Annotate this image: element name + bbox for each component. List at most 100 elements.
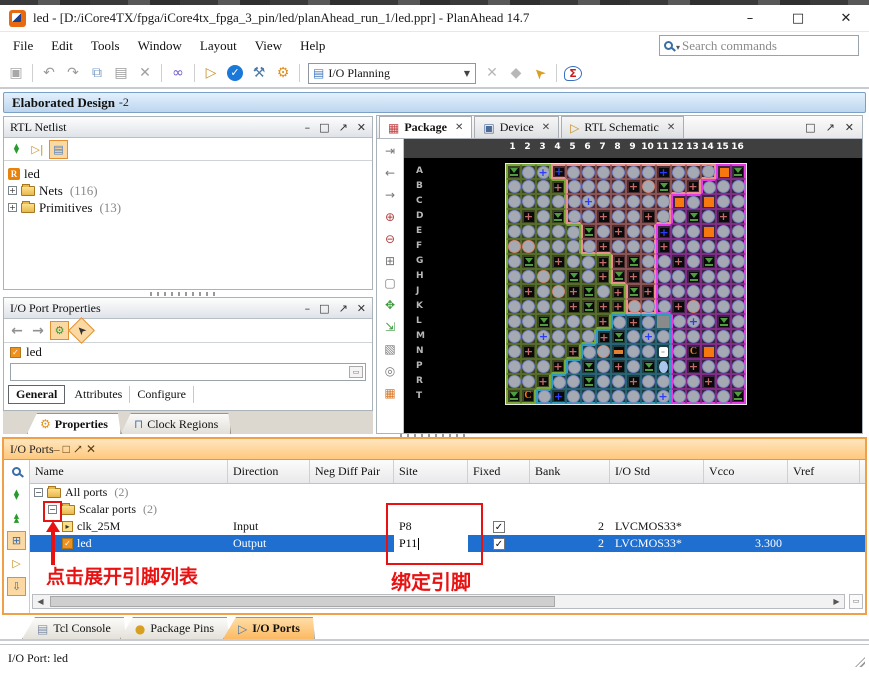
panel-minimize-icon[interactable]: –: [54, 442, 60, 456]
package-pin[interactable]: [611, 374, 626, 389]
package-pin[interactable]: [626, 209, 641, 224]
package-pin[interactable]: [506, 254, 521, 269]
package-pin[interactable]: [626, 194, 641, 209]
package-pin[interactable]: [506, 284, 521, 299]
package-pin[interactable]: [506, 209, 521, 224]
package-pin[interactable]: [566, 389, 581, 404]
package-pin[interactable]: [641, 299, 656, 314]
package-pin[interactable]: [716, 329, 731, 344]
menu-file[interactable]: File: [4, 35, 42, 57]
package-pin[interactable]: [551, 344, 566, 359]
package-pin[interactable]: [641, 254, 656, 269]
expand-all-icon[interactable]: ▲▲: [7, 508, 26, 527]
dock-icon[interactable]: ⇥: [380, 141, 400, 160]
package-pin[interactable]: [626, 284, 641, 299]
cell-site[interactable]: [394, 484, 468, 501]
package-pin[interactable]: [731, 284, 746, 299]
package-pin[interactable]: [581, 254, 596, 269]
menu-help[interactable]: Help: [291, 35, 334, 57]
cell-io-std[interactable]: LVCMOS33*: [610, 535, 704, 552]
package-pin[interactable]: [626, 269, 641, 284]
package-pin[interactable]: [716, 239, 731, 254]
package-pin[interactable]: [731, 299, 746, 314]
tab-configure[interactable]: Configure: [130, 386, 194, 403]
back-arrow-icon[interactable]: ←: [8, 323, 26, 339]
panel-maximize-icon[interactable]: □: [805, 121, 815, 134]
package-pin[interactable]: [521, 329, 536, 344]
package-pin[interactable]: [626, 299, 641, 314]
package-pin[interactable]: [536, 254, 551, 269]
netlist-view-icon[interactable]: ▤: [49, 140, 68, 159]
package-pin[interactable]: [566, 254, 581, 269]
package-pin[interactable]: [581, 299, 596, 314]
package-pin[interactable]: [566, 269, 581, 284]
package-pin[interactable]: [671, 359, 686, 374]
package-pin[interactable]: [641, 209, 656, 224]
package-pin[interactable]: [596, 314, 611, 329]
package-pin[interactable]: [521, 314, 536, 329]
package-pin[interactable]: [611, 254, 626, 269]
shrink-icon[interactable]: ⇲: [380, 317, 400, 336]
panel-close-icon[interactable]: ✕: [845, 121, 854, 134]
package-pin[interactable]: [566, 239, 581, 254]
port-value-field[interactable]: ▭: [10, 363, 366, 381]
tools-icon[interactable]: ⚒: [248, 62, 270, 84]
package-pin[interactable]: [626, 314, 641, 329]
package-pin[interactable]: [671, 314, 686, 329]
package-pin[interactable]: [686, 179, 701, 194]
package-pin[interactable]: [656, 299, 671, 314]
panel-maximize-icon[interactable]: □: [63, 442, 70, 456]
package-pin[interactable]: [641, 374, 656, 389]
close-button[interactable]: ✕: [837, 11, 855, 26]
package-pin[interactable]: [506, 359, 521, 374]
package-pin[interactable]: [596, 359, 611, 374]
search-icon[interactable]: [7, 462, 26, 481]
package-pin[interactable]: [656, 284, 671, 299]
undo-icon[interactable]: ↶: [38, 62, 60, 84]
package-pin[interactable]: [731, 314, 746, 329]
zoom-out-icon[interactable]: ⊖: [380, 229, 400, 248]
package-pin[interactable]: [566, 299, 581, 314]
tab-rtl-schematic[interactable]: ▷ RTL Schematic ✕: [561, 116, 684, 138]
package-pin[interactable]: [641, 359, 656, 374]
panel-maximize-icon[interactable]: □: [319, 121, 329, 134]
column-header-vref[interactable]: Vref: [788, 460, 860, 483]
package-pin[interactable]: [701, 254, 716, 269]
package-pin[interactable]: [611, 164, 626, 179]
package-pin[interactable]: [671, 389, 686, 404]
package-pin[interactable]: [536, 179, 551, 194]
minimize-button[interactable]: –: [741, 11, 759, 26]
cell-io-std[interactable]: [610, 484, 704, 501]
package-pin[interactable]: [731, 209, 746, 224]
package-pin[interactable]: [521, 269, 536, 284]
package-pin[interactable]: [521, 224, 536, 239]
package-pin[interactable]: [566, 344, 581, 359]
package-pin[interactable]: [596, 239, 611, 254]
package-pin[interactable]: [611, 209, 626, 224]
cell-neg-diff-pair[interactable]: [310, 518, 394, 535]
package-pin[interactable]: [506, 314, 521, 329]
settings-icon[interactable]: ⚙: [272, 62, 294, 84]
paste-icon[interactable]: ▤: [110, 62, 132, 84]
package-pin[interactable]: [716, 194, 731, 209]
cell-bank[interactable]: 2: [530, 518, 610, 535]
package-pin[interactable]: [671, 194, 686, 209]
package-pin[interactable]: [641, 329, 656, 344]
package-pin[interactable]: [536, 329, 551, 344]
package-pin[interactable]: [641, 389, 656, 404]
autofit-icon[interactable]: ✥: [380, 295, 400, 314]
cell-io-std[interactable]: LVCMOS33*: [610, 518, 704, 535]
package-pin[interactable]: [536, 359, 551, 374]
panel-float-icon[interactable]: ↗: [73, 442, 83, 456]
cell-direction[interactable]: [228, 501, 310, 518]
slide-icon[interactable]: ▧: [380, 339, 400, 358]
package-pin[interactable]: [611, 389, 626, 404]
package-pin[interactable]: [566, 224, 581, 239]
tab-attributes[interactable]: Attributes: [67, 386, 130, 403]
package-pin[interactable]: [701, 194, 716, 209]
table-row-all-ports[interactable]: −All ports(2): [30, 484, 865, 501]
package-pin[interactable]: [656, 164, 671, 179]
package-pin[interactable]: [716, 389, 731, 404]
package-pin[interactable]: [656, 374, 671, 389]
panel-close-icon[interactable]: ✕: [357, 121, 366, 134]
